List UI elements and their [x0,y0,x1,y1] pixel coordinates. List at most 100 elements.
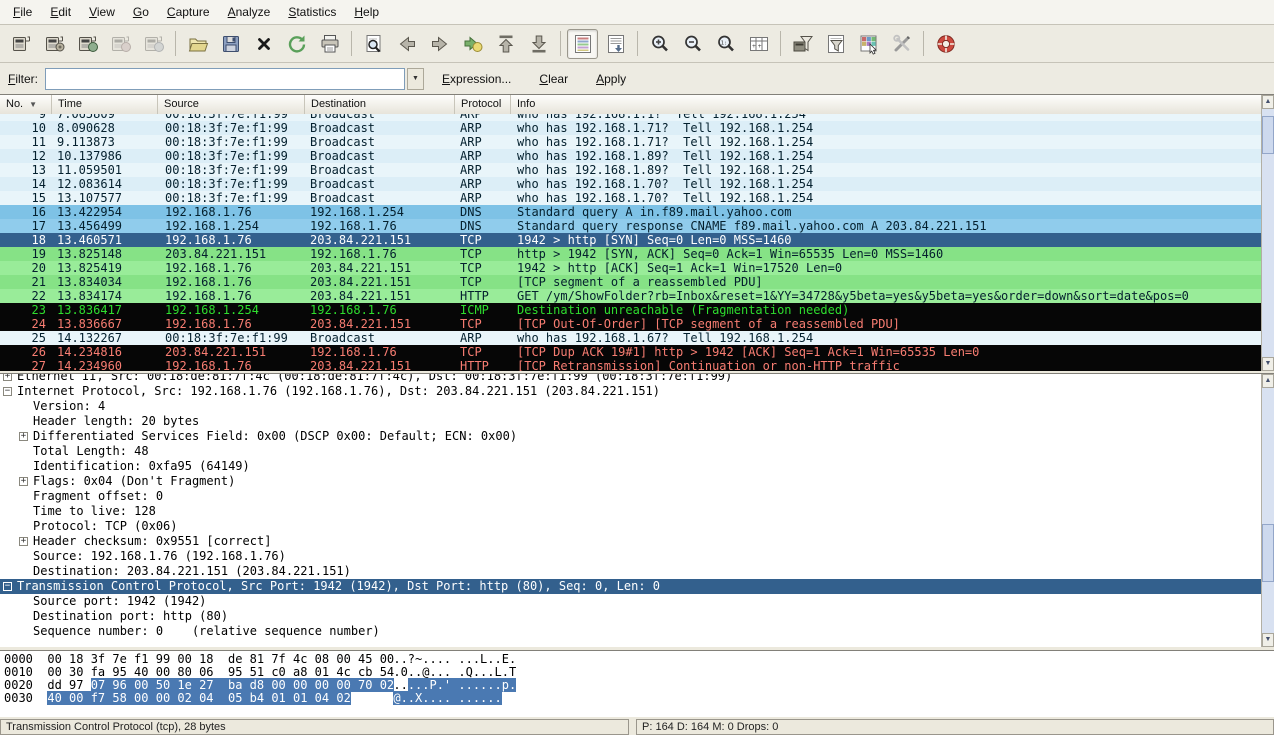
print-icon[interactable] [314,29,345,59]
detail-line[interactable]: −Transmission Control Protocol, Src Port… [0,579,1261,594]
back-icon[interactable] [391,29,422,59]
detail-line[interactable]: +Ethernet II, Src: 00:18:de:81:7f:4c (00… [0,374,1261,384]
capture-options-icon[interactable] [39,29,70,59]
details-scrollbar[interactable]: ▲ ▼ [1261,374,1274,647]
reload-icon[interactable] [281,29,312,59]
detail-line[interactable]: +Flags: 0x04 (Don't Fragment) [0,474,1261,489]
detail-line[interactable]: Destination: 203.84.221.151 (203.84.221.… [0,564,1261,579]
display-filter-icon[interactable] [820,29,851,59]
packet-row-11[interactable]: 119.11387300:18:3f:7e:f1:99BroadcastARPw… [0,135,1261,149]
detail-line[interactable]: Header length: 20 bytes [0,414,1261,429]
menu-view[interactable]: View [80,1,124,23]
detail-line[interactable]: −Internet Protocol, Src: 192.168.1.76 (1… [0,384,1261,399]
packet-row-18[interactable]: 1813.460571192.168.1.76203.84.221.151TCP… [0,233,1261,247]
expression-button[interactable]: Expression... [438,70,515,88]
packet-row-26[interactable]: 2614.234816203.84.221.151192.168.1.76TCP… [0,345,1261,359]
help-icon[interactable] [930,29,961,59]
forward-icon[interactable] [424,29,455,59]
scrollbar-thumb[interactable] [1262,524,1274,582]
packet-row-12[interactable]: 1210.13798600:18:3f:7e:f1:99BroadcastARP… [0,149,1261,163]
clear-button[interactable]: Clear [535,70,572,88]
detail-line[interactable]: Fragment offset: 0 [0,489,1261,504]
column-header-no[interactable]: No.▼ [0,95,52,114]
cell-proto: ARP [460,331,482,345]
hex-line-0030[interactable]: 0030 40 00 f7 58 00 00 02 04 05 b4 01 01… [0,692,1274,705]
scroll-down-icon[interactable]: ▼ [1262,633,1274,647]
capture-filter-icon[interactable] [787,29,818,59]
menu-analyze[interactable]: Analyze [219,1,280,23]
apply-button[interactable]: Apply [592,70,630,88]
column-header-info[interactable]: Info [511,95,1261,114]
packet-row-15[interactable]: 1513.10757700:18:3f:7e:f1:99BroadcastARP… [0,191,1261,205]
menu-file[interactable]: File [4,1,41,23]
menu-edit[interactable]: Edit [41,1,80,23]
cell-info: [TCP Retransmission] Continuation or non… [517,359,1259,371]
close-icon[interactable] [248,29,279,59]
packet-row-16[interactable]: 1613.422954192.168.1.76192.168.1.254DNSS… [0,205,1261,219]
detail-line[interactable]: Source: 192.168.1.76 (192.168.1.76) [0,549,1261,564]
coloring-rules-icon[interactable] [853,29,884,59]
detail-line[interactable]: Identification: 0xfa95 (64149) [0,459,1261,474]
detail-line[interactable]: Version: 4 [0,399,1261,414]
packet-row-23[interactable]: 2313.836417192.168.1.254192.168.1.76ICMP… [0,303,1261,317]
expand-icon[interactable]: + [3,374,12,381]
open-icon[interactable] [182,29,213,59]
packet-row-14[interactable]: 1412.08361400:18:3f:7e:f1:99BroadcastARP… [0,177,1261,191]
menu-help[interactable]: Help [345,1,388,23]
goto-bottom-icon[interactable] [523,29,554,59]
expand-icon[interactable]: + [19,537,28,546]
filter-dropdown-button[interactable]: ▼ [407,68,424,90]
packet-row-10[interactable]: 108.09062800:18:3f:7e:f1:99BroadcastARPw… [0,121,1261,135]
menu-statistics[interactable]: Statistics [279,1,345,23]
packet-row-17[interactable]: 1713.456499192.168.1.254192.168.1.76DNSS… [0,219,1261,233]
column-header-time[interactable]: Time [52,95,158,114]
detail-line[interactable]: Time to live: 128 [0,504,1261,519]
packet-row-27[interactable]: 2714.234960192.168.1.76203.84.221.151HTT… [0,359,1261,371]
colorize-icon[interactable] [567,29,598,59]
interfaces-icon[interactable] [6,29,37,59]
packet-row-13[interactable]: 1311.05950100:18:3f:7e:f1:99BroadcastARP… [0,163,1261,177]
detail-line[interactable]: Sequence number: 0 (relative sequence nu… [0,624,1261,639]
packet-row-20[interactable]: 2013.825419192.168.1.76203.84.221.151TCP… [0,261,1261,275]
column-header-destination[interactable]: Destination [305,95,455,114]
preferences-icon[interactable] [886,29,917,59]
column-header-source[interactable]: Source [158,95,305,114]
packet-row-25[interactable]: 2514.13226700:18:3f:7e:f1:99BroadcastARP… [0,331,1261,345]
menu-capture[interactable]: Capture [158,1,219,23]
packet-row-22[interactable]: 2213.834174192.168.1.76203.84.221.151HTT… [0,289,1261,303]
packet-row-24[interactable]: 2413.836667192.168.1.76203.84.221.151TCP… [0,317,1261,331]
hex-bytes-selected: 40 00 f7 58 00 00 02 04 05 b4 01 01 04 0… [47,691,350,705]
goto-packet-icon[interactable] [457,29,488,59]
scroll-up-icon[interactable]: ▲ [1262,95,1274,109]
capture-start-icon[interactable] [72,29,103,59]
resize-columns-icon[interactable]: ++ [743,29,774,59]
column-header-protocol[interactable]: Protocol [455,95,511,114]
save-icon[interactable] [215,29,246,59]
packet-row-21[interactable]: 2113.834034192.168.1.76203.84.221.151TCP… [0,275,1261,289]
scroll-down-icon[interactable]: ▼ [1262,357,1274,371]
collapse-icon[interactable]: − [3,582,12,591]
detail-line[interactable]: Destination port: http (80) [0,609,1261,624]
detail-line[interactable]: +Differentiated Services Field: 0x00 (DS… [0,429,1261,444]
packet-list-scrollbar[interactable]: ▲ ▼ [1261,95,1274,371]
zoom-actual-icon[interactable]: 1:1 [710,29,741,59]
detail-line[interactable]: Protocol: TCP (0x06) [0,519,1261,534]
find-icon[interactable] [358,29,389,59]
scrollbar-thumb[interactable] [1262,116,1274,154]
detail-line[interactable]: Total Length: 48 [0,444,1261,459]
cell-src: 00:18:3f:7e:f1:99 [165,135,288,149]
packet-row-9[interactable]: 97.06580900:18:3f:7e:f1:99BroadcastARPwh… [0,114,1261,121]
expand-icon[interactable]: + [19,432,28,441]
expand-icon[interactable]: + [19,477,28,486]
detail-line[interactable]: +Header checksum: 0x9551 [correct] [0,534,1261,549]
collapse-icon[interactable]: − [3,387,12,396]
autoscroll-icon[interactable] [600,29,631,59]
zoom-out-icon[interactable] [677,29,708,59]
detail-line[interactable]: Source port: 1942 (1942) [0,594,1261,609]
filter-input[interactable] [45,68,405,90]
goto-top-icon[interactable] [490,29,521,59]
scroll-up-icon[interactable]: ▲ [1262,374,1274,388]
packet-row-19[interactable]: 1913.825148203.84.221.151192.168.1.76TCP… [0,247,1261,261]
zoom-in-icon[interactable] [644,29,675,59]
menu-go[interactable]: Go [124,1,158,23]
